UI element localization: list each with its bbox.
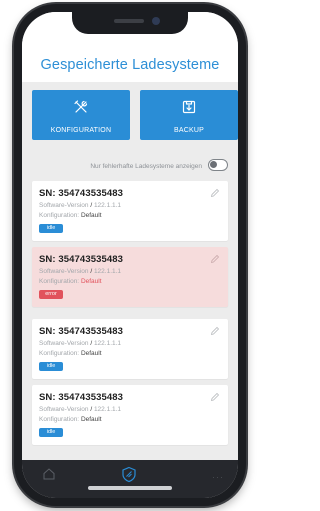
toggle-knob — [210, 161, 217, 168]
status-badge: idle — [39, 224, 63, 233]
charging-system-card[interactable]: SN: 354743535483 Software-Version / 122.… — [32, 181, 228, 241]
edit-pencil-icon[interactable] — [210, 188, 220, 198]
speaker — [114, 19, 144, 23]
home-icon[interactable] — [42, 467, 56, 481]
serial-number: SN: 354743535483 — [39, 392, 124, 403]
edit-pencil-icon[interactable] — [210, 326, 220, 336]
tools-icon — [74, 100, 88, 113]
status-badge: idle — [39, 428, 63, 437]
software-version: Software-Version / 122.1.1.1 — [39, 202, 122, 209]
edit-pencil-icon[interactable] — [210, 392, 220, 402]
bottom-tab-bar: ··· — [22, 460, 238, 498]
notch — [72, 12, 188, 34]
page-title: Gespeicherte Ladesysteme — [40, 57, 220, 73]
charging-system-card[interactable]: SN: 354743535483 Software-Version / 122.… — [32, 319, 228, 379]
configuration: Konfiguration: Default — [39, 350, 102, 357]
error-filter-toggle[interactable] — [208, 159, 228, 171]
software-version: Software-Version / 122.1.1.1 — [39, 340, 122, 347]
software-version: Software-Version / 122.1.1.1 — [39, 268, 122, 275]
charging-system-card[interactable]: SN: 354743535483 Software-Version / 122.… — [32, 385, 228, 445]
charging-system-card-error[interactable]: SN: 354743535483 Software-Version / 122.… — [32, 247, 228, 307]
backup-icon — [182, 100, 196, 114]
home-indicator — [88, 486, 172, 490]
serial-number: SN: 354743535483 — [39, 188, 124, 199]
app-screen: Gespeicherte Ladesysteme KONFIGURATION B… — [22, 12, 238, 498]
konfiguration-label: KONFIGURATION — [50, 127, 112, 134]
status-badge: idle — [39, 362, 63, 371]
serial-number: SN: 354743535483 — [39, 326, 124, 337]
phone-frame: Gespeicherte Ladesysteme KONFIGURATION B… — [14, 4, 246, 506]
error-filter-label: Nur fehlerhafte Ladesysteme anzeigen — [90, 163, 202, 170]
edit-pencil-icon[interactable] — [210, 254, 220, 264]
backup-button[interactable]: BACKUP — [140, 90, 238, 140]
software-version: Software-Version / 122.1.1.1 — [39, 406, 122, 413]
configuration: Konfiguration: Default — [39, 416, 102, 423]
configuration: Konfiguration: Default — [39, 278, 102, 285]
front-camera — [152, 17, 160, 25]
backup-label: BACKUP — [174, 127, 204, 134]
configuration: Konfiguration: Default — [39, 212, 102, 219]
more-icon[interactable]: ··· — [212, 472, 224, 482]
status-badge: error — [39, 290, 63, 299]
serial-number: SN: 354743535483 — [39, 254, 124, 265]
shield-icon[interactable] — [121, 466, 137, 483]
konfiguration-button[interactable]: KONFIGURATION — [32, 90, 130, 140]
